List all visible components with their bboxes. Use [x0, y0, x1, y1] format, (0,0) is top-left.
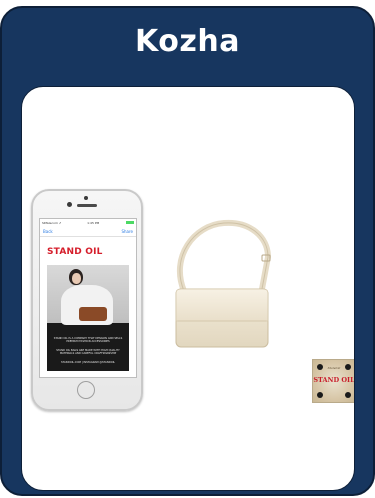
ad-photo: STAND OIL IS A COMPANY THAT DESIGNS AND … — [47, 265, 129, 371]
product-card: Kozha SKTelecom ⇗ 1:45 PM Back Share STA… — [0, 6, 375, 496]
status-time: 1:45 PM — [87, 220, 100, 225]
content-panel: SKTelecom ⇗ 1:45 PM Back Share STAND OIL… — [21, 86, 355, 491]
phone-screen: SKTelecom ⇗ 1:45 PM Back Share STAND OIL… — [39, 218, 137, 378]
brand-label-image: Standoil STAND OIL — [312, 359, 355, 403]
phone-front-sensor — [84, 196, 88, 200]
model-bag — [79, 307, 107, 321]
label-brand-text: STAND OIL — [313, 376, 355, 384]
ad-text-line: STANDOIL.COM | INSTAGRAM @STANDOIL — [60, 361, 116, 364]
handbag-image — [175, 219, 272, 348]
phone-image: SKTelecom ⇗ 1:45 PM Back Share STAND OIL… — [31, 189, 143, 411]
home-button — [77, 381, 95, 399]
label-script-text: Standoil — [327, 366, 341, 370]
status-bar: SKTelecom ⇗ 1:45 PM — [40, 219, 136, 226]
back-link: Back — [43, 228, 53, 234]
card-title: Kozha — [135, 24, 240, 59]
brand-heading: STAND OIL — [47, 247, 103, 257]
status-carrier: SKTelecom ⇗ — [42, 220, 62, 225]
phone-speaker — [77, 204, 97, 207]
battery-icon — [125, 220, 134, 225]
phone-camera — [67, 202, 72, 207]
share-link: Share — [121, 228, 133, 234]
ad-text-line: STAND OIL IS A COMPANY THAT DESIGNS AND … — [53, 337, 123, 344]
ad-text-line: STAND OIL BAGS ARE MADE WITH HIGH QUALIT… — [56, 349, 120, 356]
browser-nav-bar: Back Share — [40, 226, 136, 237]
